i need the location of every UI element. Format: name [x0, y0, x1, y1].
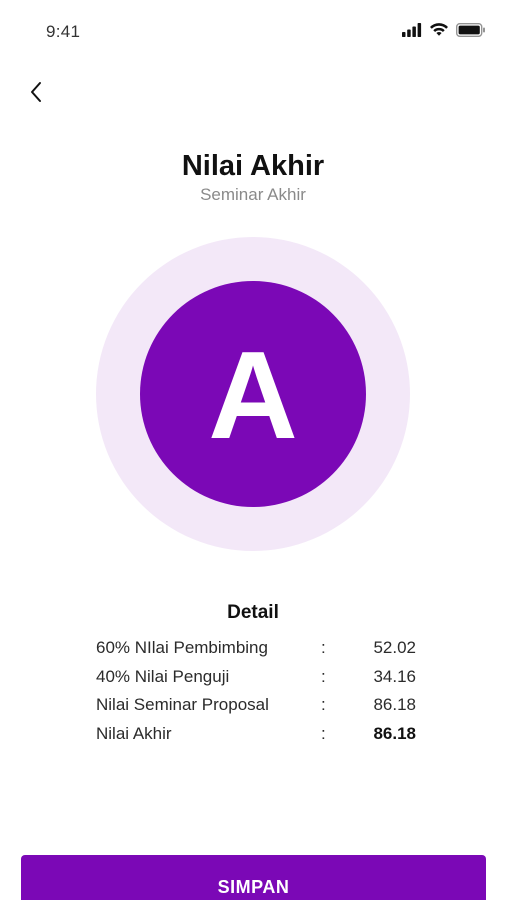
- detail-separator: :: [321, 695, 326, 715]
- detail-separator: :: [321, 666, 326, 686]
- grade-letter: A: [208, 327, 298, 465]
- final-score-value: 86.18: [373, 723, 416, 743]
- save-button[interactable]: SIMPAN: [21, 855, 486, 900]
- grade-badge: A: [140, 281, 366, 507]
- detail-heading: Detail: [227, 602, 279, 623]
- page-subtitle: Seminar Akhir: [200, 185, 306, 204]
- status-icons: [402, 22, 486, 42]
- detail-value: 34.16: [373, 666, 416, 686]
- detail-separator: :: [321, 638, 326, 658]
- battery-icon: [455, 22, 486, 42]
- detail-value: 52.02: [373, 638, 416, 658]
- detail-label: 60% NIlai Pembimbing: [96, 638, 268, 658]
- detail-list: 60% NIlai Pembimbing : 52.02 40% Nilai P…: [96, 634, 416, 748]
- status-bar: 9:41: [0, 0, 506, 62]
- detail-row: 40% Nilai Penguji : 34.16: [96, 663, 416, 692]
- cellular-signal-icon: [402, 22, 422, 42]
- chevron-left-icon: [29, 81, 43, 108]
- grade-badge-outer-ring: A: [96, 237, 410, 551]
- wifi-icon: [429, 22, 449, 42]
- detail-label: Nilai Seminar Proposal: [96, 695, 269, 715]
- detail-row: Nilai Seminar Proposal : 86.18: [96, 691, 416, 720]
- page-title: Nilai Akhir: [181, 150, 325, 182]
- back-button[interactable]: [22, 80, 50, 108]
- final-grade-screen: 9:41 Nilai Akhir Seminar Akhir A Detail …: [0, 0, 506, 900]
- detail-label: Nilai Akhir: [96, 723, 172, 743]
- detail-row: 60% NIlai Pembimbing : 52.02: [96, 634, 416, 663]
- detail-separator: :: [321, 723, 326, 743]
- detail-value: 86.18: [373, 695, 416, 715]
- detail-label: 40% Nilai Penguji: [96, 666, 230, 686]
- detail-row-final: Nilai Akhir : 86.18: [96, 720, 416, 749]
- status-time: 9:41: [46, 22, 81, 41]
